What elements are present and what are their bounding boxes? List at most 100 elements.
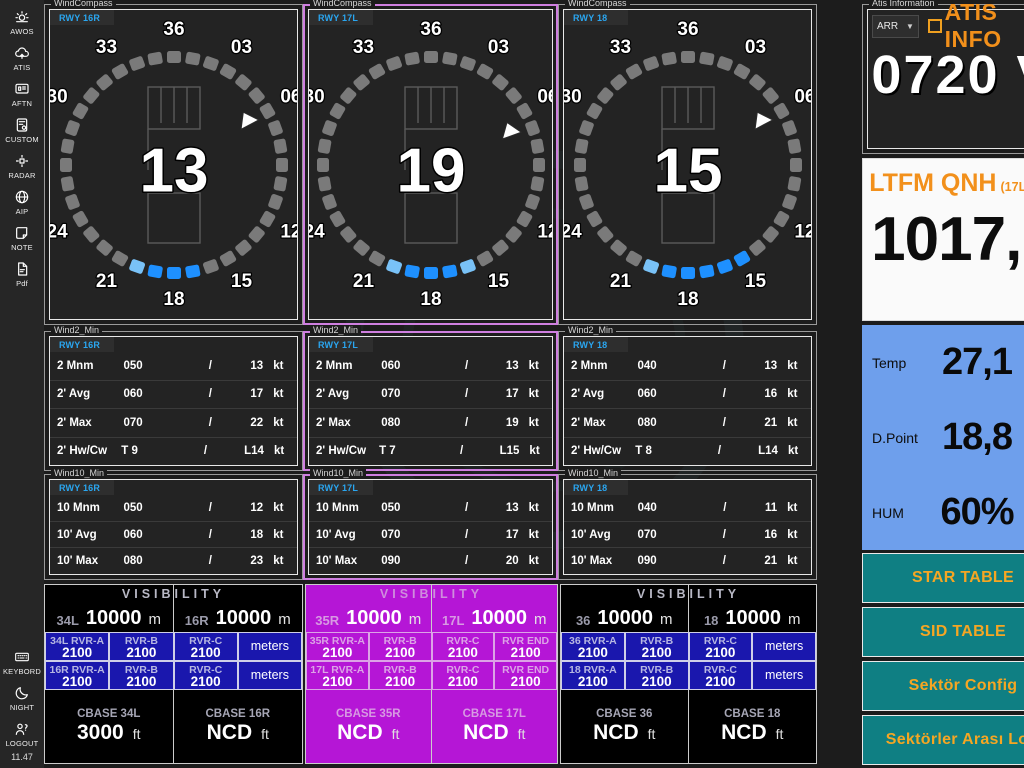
wind-row-speed: 11 (764, 501, 778, 514)
wind-row-unit: kt (528, 501, 539, 514)
sidebar-item-aip[interactable]: AIP (0, 184, 44, 220)
wind-row-unit: kt (273, 555, 284, 568)
wind-row-separator: / (722, 359, 726, 372)
wind-row-separator: / (717, 445, 722, 458)
svg-text:03: 03 (487, 37, 508, 58)
wind-row-separator: / (208, 416, 212, 429)
action-button-sektör-config[interactable]: Sektör Config (862, 661, 1024, 711)
ceiling-base-row: CBASE 34L 3000 ft CBASE 16R NCD ft (45, 690, 302, 763)
wind10-group-1[interactable]: Wind10_Min RWY 17L 10 Mnm 050 / 13 kt 10' Avg 07… (303, 468, 558, 580)
wind-row-speed: 21 (764, 416, 778, 429)
ceiling-base-unit: ft (775, 726, 784, 742)
wind-row-label: 10' Max (571, 555, 613, 568)
table-row: 10' Avg 070 / 17 kt (309, 520, 552, 548)
wind10-group-0[interactable]: Wind10_Min RWY 16R 10 Mnm 050 / 12 kt 10' Avg 06… (44, 468, 303, 580)
ceiling-base-value: NCD (463, 721, 509, 744)
action-button-star-table[interactable]: STAR TABLE (862, 553, 1024, 603)
wind-row-unit: kt (787, 555, 798, 568)
wind-row-direction: 050 (123, 359, 143, 372)
rvr-cell: RVR END 2100 (494, 632, 557, 661)
wind-row-direction: 060 (123, 528, 143, 541)
ceiling-base-value-row: NCD ft (337, 721, 399, 745)
table-row: 10' Max 090 / 21 kt (564, 547, 811, 574)
logout-user-icon (14, 721, 30, 738)
rvr-cell: RVR END 2100 (494, 661, 557, 690)
sidebar-item-aftn[interactable]: AFTN (0, 76, 44, 112)
wind-row-direction: 060 (123, 388, 143, 401)
compass-dial: 36030609121518212427303319 (309, 10, 552, 319)
action-button-group: STAR TABLE SID TABLE Sektör Config Sektörle… (862, 553, 1024, 765)
wind10-group-2[interactable]: Wind10_Min RWY 18 10 Mnm 040 / 11 kt 10' Avg 070… (558, 468, 817, 580)
rvr-cell: RVR-B 2100 (624, 632, 689, 661)
sidebar-item-label: LOGOUT (5, 739, 39, 748)
wind-table: 10 Mnm 050 / 13 kt 10' Avg 070 / 17 kt 10' Max 090 /… (309, 495, 552, 574)
atis-code-value: 0720 V (871, 45, 1024, 105)
ceiling-base-value-row: NCD ft (593, 721, 655, 745)
wind-row-unit: kt (787, 528, 798, 541)
wind-row-separator: / (208, 555, 212, 568)
wind2-group-1[interactable]: Wind2_Min RWY 17L 2 Mnm 060 / 13 kt 2' Avg 070 / 1… (303, 325, 558, 471)
ceiling-base-value-row: NCD ft (207, 721, 269, 745)
rvr-cell: 18 RVR-A 2100 (561, 661, 625, 690)
rvr-value: 2100 (577, 644, 608, 660)
wind-row-label: 2' Hw/Cw (571, 445, 622, 458)
rvr-value: 2100 (190, 644, 221, 660)
ceiling-base-label: CBASE 18 (724, 708, 781, 720)
wind-row-unit: kt (787, 359, 798, 372)
wind-compass-group-title: WindCompass (51, 0, 116, 8)
ceiling-base-unit: ft (391, 726, 400, 742)
wind-rwy-tag: RWY 17L (309, 337, 373, 352)
awos-application: AWOS ATIS AFTN CUSTOM RADAR AIP NOTE Pdf KEYBOR… (0, 0, 1024, 768)
wind-table: 10 Mnm 050 / 12 kt 10' Avg 060 / 18 kt 10' Max 080 /… (50, 495, 297, 574)
wind2-group-0[interactable]: Wind2_Min RWY 16R 2 Mnm 050 / 13 kt 2' Avg 060 / 1… (44, 325, 303, 471)
visibility-value: 10000 (215, 607, 272, 629)
wind-row-speed: L14 (244, 445, 264, 458)
rvr-unit-label: meters (250, 668, 289, 682)
atis-info-checkbox[interactable] (927, 19, 942, 33)
visibility-unit: m (148, 611, 162, 628)
rvr-unit-cell: meters (752, 632, 816, 661)
sidebar-item-pdf[interactable]: Pdf (0, 256, 44, 292)
sidebar-item-custom[interactable]: CUSTOM (0, 112, 44, 148)
sidebar-item-awos[interactable]: AWOS (0, 4, 44, 40)
wind-compass-group-0[interactable]: WindCompass36030609121518212427303313RWY… (44, 0, 303, 325)
sidebar-item-note[interactable]: NOTE (0, 220, 44, 256)
keyboard-icon (14, 649, 30, 666)
wind-row-separator: / (723, 501, 727, 514)
sidebar-item-label: ATIS (13, 63, 31, 72)
wind-compass-group-title: WindCompass (565, 0, 630, 8)
sidebar-item-label: CUSTOM (5, 135, 39, 144)
table-row: 10' Avg 070 / 16 kt (564, 520, 811, 548)
wind-row-speed: 12 (250, 501, 264, 514)
sidebar-item-label: KEYBORD (2, 667, 42, 676)
action-button-sektörler-arası-loa[interactable]: Sektörler Arası LoA (862, 715, 1024, 765)
sidebar-item-keybord[interactable]: KEYBORD (0, 644, 44, 680)
wind10-group-title: Wind10_Min (310, 468, 367, 478)
wind-compass-group-2[interactable]: WindCompass36030609121518212427303315RWY… (558, 0, 817, 325)
sidebar-item-radar[interactable]: RADAR (0, 148, 44, 184)
atis-type-select[interactable]: ARR ▼ (872, 14, 919, 38)
sidebar-item-logout[interactable]: LOGOUT (0, 716, 44, 752)
ceiling-base-unit: ft (132, 726, 141, 742)
wind-row-speed: L14 (758, 445, 778, 458)
wind-row-direction: T 8 (635, 445, 652, 458)
wind-row-label: 10' Max (57, 555, 99, 568)
wind-row-separator: / (203, 445, 208, 458)
wind-row-label: 2' Hw/Cw (57, 445, 108, 458)
rvr-cell: RVR-B 2100 (109, 661, 174, 690)
rvr-value: 2100 (510, 644, 541, 660)
wind-row-direction: 080 (637, 416, 657, 429)
wind-compass-group-1[interactable]: WindCompass36030609121518212427303319RWY… (303, 0, 558, 325)
environment-row-hum: HUM 60% (862, 475, 1024, 550)
sidebar-item-atis[interactable]: ATIS (0, 40, 44, 76)
action-button-sid-table[interactable]: SID TABLE (862, 607, 1024, 657)
sidebar-item-night[interactable]: NIGHT (0, 680, 44, 716)
rvr-row: 16R RVR-A 2100 RVR-B 2100 RVR-C 2100 meters (45, 661, 302, 690)
wind2-group-2[interactable]: Wind2_Min RWY 18 2 Mnm 040/13 kt 2' Avg 060/16… (558, 325, 817, 471)
visibility-unit: m (534, 611, 547, 628)
svg-text:36: 36 (677, 20, 698, 40)
visibility-runway: 16R (184, 613, 209, 628)
svg-text:33: 33 (609, 37, 630, 58)
wind-row-unit: kt (787, 388, 798, 401)
wind-rwy-tag: RWY 17L (309, 480, 373, 495)
